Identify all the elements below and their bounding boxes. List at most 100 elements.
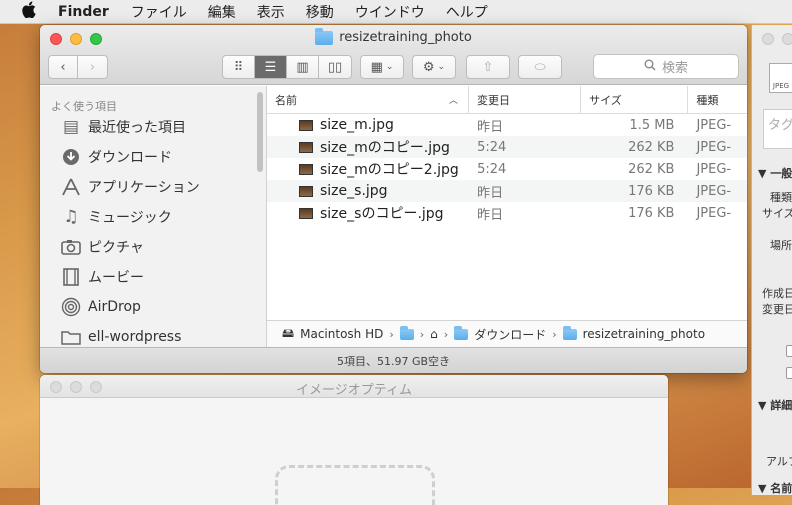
tag-field[interactable]: タグ [763,109,792,149]
image-file-icon [299,185,313,197]
file-size: 262 KB [628,161,675,177]
file-date: 昨日 [477,119,504,135]
sidebar-item-label: ピクチャ [88,240,144,256]
sidebar: よく使う項目 ▤ 最近使った項目 ダウンロード アプリケーション ♫ ミュージッ… [40,86,267,347]
search-icon [644,59,656,75]
path-separator-icon: › [419,327,425,341]
share-button[interactable]: ⇧ [466,55,510,79]
sidebar-item-label: ムービー [88,270,144,286]
file-kind: JPEG- [696,205,732,221]
sidebar-item-airdrop[interactable]: AirDrop [40,292,266,322]
sidebar-item-downloads[interactable]: ダウンロード [40,142,266,172]
action-button[interactable]: ⚙ ⌄ [412,55,456,79]
applications-icon [60,176,82,198]
sidebar-item-label: ell-wordpress [88,329,182,345]
section-general[interactable]: ▼ 一般 [758,165,792,181]
column-header-label: 名前 [275,93,297,107]
sidebar-item-recents[interactable]: ▤ 最近使った項目 [40,112,266,142]
close-button[interactable] [762,33,774,45]
drop-zone[interactable] [275,465,435,505]
menubar: Finder ファイル 編集 表示 移動 ウインドウ ヘルプ [0,0,792,24]
finder-window: resizetraining_photo ‹ › ⠿ ☰ ▥ ▯▯ ▦ ⌄ ⚙ … [40,25,747,373]
path-segment-downloads[interactable]: ダウンロード [474,326,546,343]
size-label: サイズ [762,207,792,220]
path-segment-disk[interactable]: Macintosh HD [300,327,383,341]
column-header-label: 変更日 [476,93,510,107]
recent-icon: ▤ [62,117,80,137]
file-kind: JPEG- [696,139,732,155]
column-header-size[interactable]: サイズ [581,86,689,114]
imageoptim-titlebar: イメージオプティム [40,375,668,398]
section-more-info[interactable]: ▼ 詳細 [758,397,792,413]
list-header: 名前 ︿ 変更日 サイズ 種類 [267,86,747,114]
file-list: 名前 ︿ 変更日 サイズ 種類 size_m.jpg 昨日 1.5 MB JPE… [267,86,747,347]
file-date: 昨日 [477,185,504,201]
gear-icon: ⚙ [422,59,435,75]
table-row[interactable]: size_sのコピー.jpg 昨日 176 KB JPEG- [267,202,747,224]
column-header-date[interactable]: 変更日 [469,86,582,114]
kind-label: 種類 [770,191,792,204]
back-button[interactable]: ‹ [49,55,78,79]
airdrop-icon [60,296,82,318]
view-mode-control: ⠿ ☰ ▥ ▯▯ [222,55,352,79]
arrange-button[interactable]: ▦ ⌄ [360,55,404,79]
column-header-kind[interactable]: 種類 [688,86,747,114]
forward-button[interactable]: › [78,55,107,79]
imageoptim-title: イメージオプティム [296,383,412,398]
folder-icon[interactable] [399,325,414,340]
tag-placeholder: タグ [768,118,792,133]
search-field[interactable]: 検索 [593,54,739,79]
coverflow-icon: ▯▯ [327,59,343,75]
menu-help[interactable]: ヘルプ [446,2,488,22]
table-row[interactable]: size_m.jpg 昨日 1.5 MB JPEG- [267,114,747,136]
table-row[interactable]: size_mのコピー.jpg 5:24 262 KB JPEG- [267,136,747,158]
home-icon[interactable]: ⌂ [430,327,438,341]
sidebar-item-pictures[interactable]: ピクチャ [40,232,266,262]
arrange-icon: ▦ [370,59,383,75]
view-list-button[interactable]: ☰ [255,56,287,78]
column-header-label: サイズ [589,93,622,107]
apple-menu-icon[interactable] [22,1,40,22]
sidebar-item-label: ダウンロード [88,150,172,166]
sidebar-item-label: 最近使った項目 [88,120,186,136]
view-icon-button[interactable]: ⠿ [223,56,255,78]
file-name: size_m.jpg [320,117,394,133]
sort-ascending-icon: ︿ [448,96,458,106]
imageoptim-window: イメージオプティム [40,375,668,505]
tags-button[interactable]: ⬭ [518,55,562,79]
download-folder-icon [454,325,469,340]
menu-edit[interactable]: 編集 [208,2,236,22]
sidebar-item-movies[interactable]: ムービー [40,262,266,292]
sidebar-scrollbar[interactable] [257,92,263,172]
sidebar-item-music[interactable]: ♫ ミュージック [40,202,266,232]
list-icon: ☰ [264,59,277,75]
path-separator-icon: › [389,327,394,341]
table-row[interactable]: size_mのコピー2.jpg 5:24 262 KB JPEG- [267,158,747,180]
path-segment-current[interactable]: resizetraining_photo [583,327,705,341]
view-coverflow-button[interactable]: ▯▯ [319,56,351,78]
stationery-checkbox[interactable] [786,345,792,357]
menu-file[interactable]: ファイル [131,2,187,22]
sidebar-item-applications[interactable]: アプリケーション [40,172,266,202]
chevron-right-icon: › [89,59,96,75]
menu-view[interactable]: 表示 [257,2,285,22]
tag-icon: ⬭ [534,59,546,75]
jpeg-label: JPEG [772,82,790,90]
column-header-name[interactable]: 名前 ︿ [267,86,469,114]
file-size: 1.5 MB [629,117,675,133]
menu-finder[interactable]: Finder [58,4,109,20]
film-icon [60,266,82,288]
columns-icon: ▥ [296,59,309,75]
locked-checkbox[interactable] [786,367,792,379]
folder-icon [60,326,82,347]
where-label: 場所 [770,239,792,252]
menu-go[interactable]: 移動 [306,2,334,22]
minimize-button[interactable] [782,33,792,45]
view-column-button[interactable]: ▥ [287,56,319,78]
sidebar-section-favorites: よく使う項目 [51,100,117,113]
music-icon: ♫ [63,207,79,227]
info-panel: JPEG タグ ▼ 一般 種類 サイズ 場所 作成日 変更日 ▼ 詳細 アルフ … [751,25,792,495]
table-row[interactable]: size_s.jpg 昨日 176 KB JPEG- [267,180,747,202]
menu-window[interactable]: ウインドウ [355,2,425,22]
sidebar-item-ell-wordpress[interactable]: ell-wordpress [40,322,266,347]
